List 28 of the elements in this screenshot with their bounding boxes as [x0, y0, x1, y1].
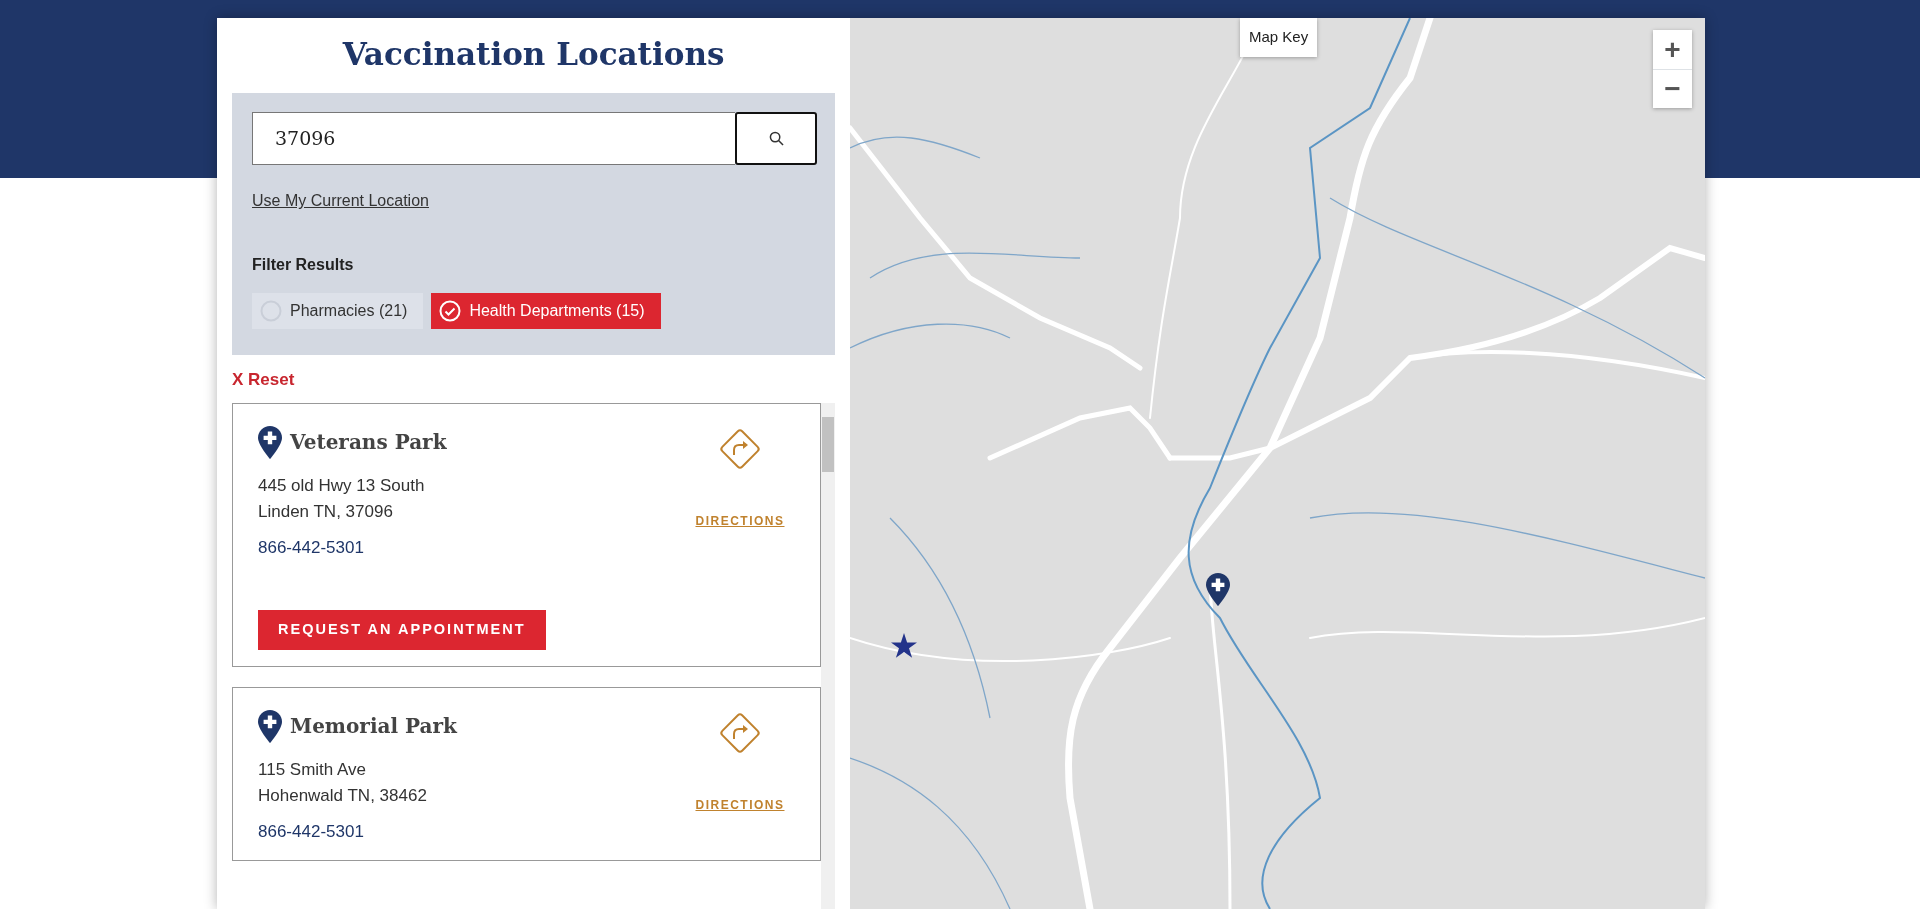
reset-link[interactable]: X Reset	[232, 367, 295, 393]
search-icon	[768, 131, 784, 147]
location-name: Memorial Park	[290, 713, 457, 741]
zoom-out-button[interactable]: −	[1653, 69, 1692, 108]
phone-link[interactable]: 866-442-5301	[258, 534, 364, 561]
address-line: 115 Smith Ave	[258, 758, 368, 781]
appointment-button[interactable]: REQUEST AN APPOINTMENT	[258, 610, 546, 650]
zoom-in-button[interactable]: +	[1653, 30, 1692, 69]
scrollbar-thumb[interactable]	[822, 416, 834, 472]
use-location-link[interactable]: Use My Current Location	[252, 189, 429, 214]
medical-pin-icon	[258, 425, 282, 459]
scrollbar-track[interactable]	[821, 402, 835, 909]
filter-heading: Filter Results	[252, 255, 355, 276]
filter-chip[interactable]: Pharmacies (21)	[252, 293, 424, 330]
check-circle-icon	[439, 300, 462, 323]
search-button[interactable]	[735, 112, 817, 166]
medical-pin-icon	[258, 709, 282, 743]
address-line: 445 old Hwy 13 South	[258, 474, 425, 497]
filter-chip[interactable]: Health Departments (15)	[431, 293, 661, 330]
search-field[interactable]: 37096	[252, 112, 735, 166]
address-line: Linden TN, 37096	[258, 500, 394, 523]
map-key-button[interactable]: Map Key	[1240, 18, 1318, 57]
star-icon	[891, 633, 917, 659]
address-line: Hohenwald TN, 38462	[258, 784, 427, 807]
phone-link[interactable]: 866-442-5301	[258, 818, 364, 845]
location-name: Veterans Park	[290, 429, 447, 457]
page-title: Vaccination Locations	[341, 36, 726, 74]
map-marker-icon[interactable]	[1206, 573, 1230, 606]
